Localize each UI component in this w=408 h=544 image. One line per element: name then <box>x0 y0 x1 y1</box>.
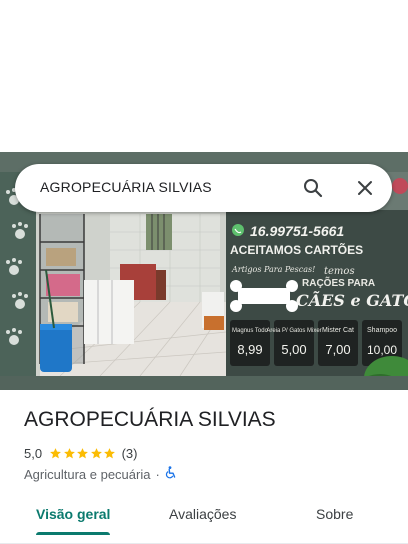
star-icon <box>63 447 75 458</box>
place-category: Agricultura e pecuária <box>24 466 151 482</box>
star-icon <box>104 447 115 458</box>
separator-dot: · <box>155 466 160 482</box>
photo-feed-line2: RAÇÕES PARA <box>302 276 375 289</box>
place-tabs: Visão geral Avaliações Sobre <box>0 500 408 544</box>
close-icon[interactable] <box>353 176 377 200</box>
photo-accept-cards-text: ACEITAMOS CARTÕES <box>230 242 363 257</box>
star-icon <box>77 447 88 458</box>
star-icon <box>50 447 61 458</box>
photo-feed-line3: CÃES e GATOS <box>296 289 408 310</box>
price-tag-price: 5,00 <box>281 342 306 357</box>
place-title: AGROPECUÁRIA SILVIAS <box>24 408 276 431</box>
star-rating <box>49 447 117 460</box>
rating-value: 5,0 <box>24 445 43 461</box>
search-query-text[interactable]: AGROPECUÁRIA SILVIAS <box>40 179 212 195</box>
price-tag-name: Areia P/ Gatos Mixer <box>266 328 321 334</box>
active-tab-indicator <box>36 532 110 535</box>
photo-phone-text: 16.99751-5661 <box>250 223 344 239</box>
price-tag-name: Shampoo <box>367 327 397 334</box>
search-icon[interactable] <box>301 176 325 200</box>
place-details-page: 16.99751-5661 ACEITAMOS CARTÕES Artigos … <box>0 0 408 544</box>
search-bar[interactable]: AGROPECUÁRIA SILVIAS <box>15 164 392 212</box>
rating-row[interactable]: 5,0 (3) <box>24 444 137 462</box>
price-tag-price: 7,00 <box>325 342 350 357</box>
tab-sobre[interactable]: Sobre <box>316 506 353 522</box>
photo-pet-items-text: Artigos Para Pescas! <box>231 265 315 274</box>
tab-visao-geral[interactable]: Visão geral <box>36 506 110 522</box>
category-row: Agricultura e pecuária · <box>24 465 177 483</box>
photo-feed-line1: temos <box>324 266 355 277</box>
price-tag-name: Magnus Todo <box>232 328 269 334</box>
review-count[interactable]: (3) <box>122 446 138 461</box>
star-icon <box>90 447 102 458</box>
price-tag-name: Mister Cat <box>322 327 354 334</box>
wheelchair-icon <box>165 466 177 482</box>
price-tag-price: 8,99 <box>237 342 262 357</box>
tab-avaliacoes[interactable]: Avaliações <box>169 506 236 522</box>
price-tag-price: 10,00 <box>367 343 397 357</box>
